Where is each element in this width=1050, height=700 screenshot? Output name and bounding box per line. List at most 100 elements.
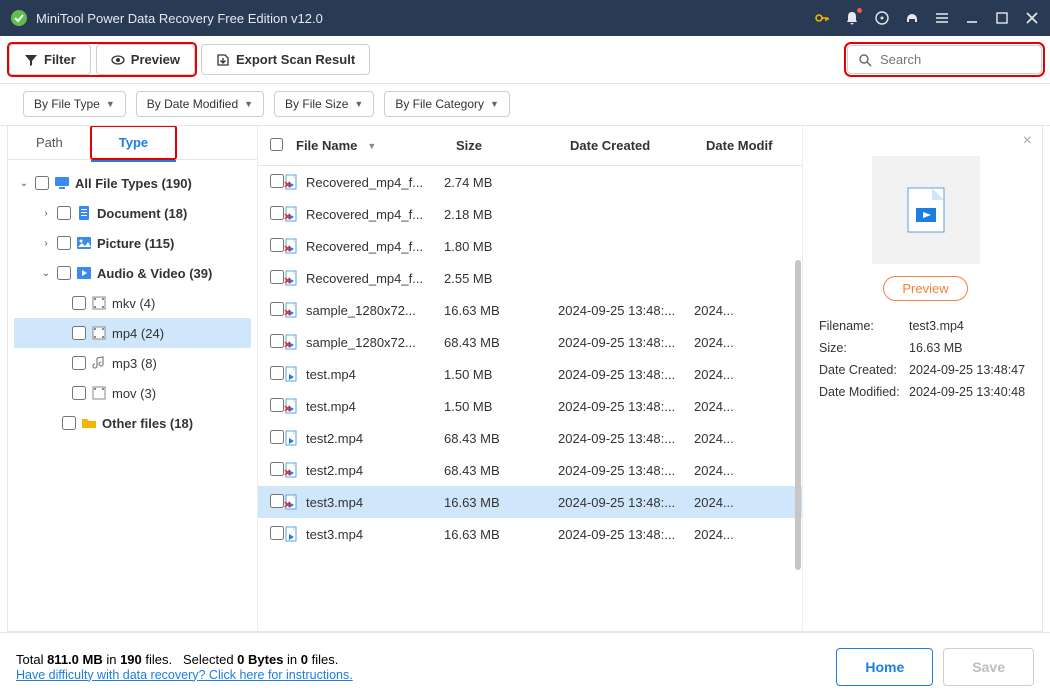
headset-icon[interactable]	[904, 10, 920, 26]
file-metadata: Filename:test3.mp4 Size:16.63 MB Date Cr…	[819, 319, 1032, 399]
row-checkbox[interactable]	[270, 430, 284, 444]
tree-label: Document (18)	[97, 206, 187, 221]
file-row[interactable]: test3.mp4 16.63 MB 2024-09-25 13:48:... …	[258, 518, 802, 550]
maximize-icon[interactable]	[994, 10, 1010, 26]
minimize-icon[interactable]	[964, 10, 980, 26]
tree-mov[interactable]: mov (3)	[14, 378, 251, 408]
col-size[interactable]: Size	[456, 138, 570, 153]
preview-button[interactable]: Preview	[96, 44, 195, 75]
filter-label: Filter	[44, 52, 76, 67]
file-row[interactable]: test.mp4 1.50 MB 2024-09-25 13:48:... 20…	[258, 358, 802, 390]
filter-icon	[24, 53, 38, 67]
eye-icon	[111, 53, 125, 67]
key-icon[interactable]	[814, 10, 830, 26]
expand-icon[interactable]: ›	[40, 208, 52, 219]
file-date: 2024-09-25 13:48:...	[558, 527, 694, 542]
tree-label: mov (3)	[112, 386, 156, 401]
tree-audio-video[interactable]: ⌄ Audio & Video (39)	[14, 258, 251, 288]
tab-path[interactable]: Path	[8, 126, 91, 159]
filter-button[interactable]: Filter	[9, 44, 91, 75]
row-checkbox[interactable]	[270, 494, 284, 508]
close-preview-icon[interactable]: ×	[1023, 132, 1032, 150]
tree-mkv[interactable]: mkv (4)	[14, 288, 251, 318]
tree-checkbox[interactable]	[57, 266, 71, 280]
file-row[interactable]: test2.mp4 68.43 MB 2024-09-25 13:48:... …	[258, 454, 802, 486]
row-checkbox[interactable]	[270, 174, 284, 188]
search-box[interactable]	[847, 45, 1042, 74]
row-checkbox[interactable]	[270, 526, 284, 540]
preview-thumbnail	[872, 156, 980, 264]
close-icon[interactable]	[1024, 10, 1040, 26]
collapse-icon[interactable]: ⌄	[18, 178, 30, 189]
file-date: 2024-09-25 13:48:...	[558, 303, 694, 318]
tree-label: Audio & Video (39)	[97, 266, 212, 281]
row-checkbox[interactable]	[270, 302, 284, 316]
save-button[interactable]: Save	[943, 648, 1034, 686]
file-row[interactable]: Recovered_mp4_f... 2.18 MB	[258, 198, 802, 230]
file-name: Recovered_mp4_f...	[306, 175, 423, 190]
tree-mp3[interactable]: mp3 (8)	[14, 348, 251, 378]
col-date-created[interactable]: Date Created	[570, 138, 706, 153]
file-row[interactable]: sample_1280x72... 68.43 MB 2024-09-25 13…	[258, 326, 802, 358]
file-row[interactable]: Recovered_mp4_f... 2.55 MB	[258, 262, 802, 294]
help-link[interactable]: Have difficulty with data recovery? Clic…	[16, 668, 353, 682]
scrollbar[interactable]	[795, 260, 801, 570]
file-size: 68.43 MB	[444, 335, 558, 350]
select-all-checkbox[interactable]	[270, 138, 283, 151]
file-row[interactable]: test.mp4 1.50 MB 2024-09-25 13:48:... 20…	[258, 390, 802, 422]
row-checkbox[interactable]	[270, 334, 284, 348]
file-date: 2024-09-25 13:48:...	[558, 495, 694, 510]
file-row[interactable]: test2.mp4 68.43 MB 2024-09-25 13:48:... …	[258, 422, 802, 454]
file-row[interactable]: Recovered_mp4_f... 1.80 MB	[258, 230, 802, 262]
tree-other[interactable]: Other files (18)	[14, 408, 251, 438]
preview-panel: × Preview Filename:test3.mp4 Size:16.63 …	[802, 126, 1042, 631]
filter-by-date[interactable]: By Date Modified▼	[136, 91, 264, 117]
chevron-down-icon: ▼	[106, 99, 115, 109]
tree-checkbox[interactable]	[72, 356, 86, 370]
filter-by-type[interactable]: By File Type▼	[23, 91, 126, 117]
film-icon	[91, 325, 107, 341]
bell-icon[interactable]	[844, 10, 860, 26]
expand-icon[interactable]: ›	[40, 238, 52, 249]
filter-by-category[interactable]: By File Category▼	[384, 91, 510, 117]
disc-icon[interactable]	[874, 10, 890, 26]
tree-checkbox[interactable]	[72, 386, 86, 400]
tree-checkbox[interactable]	[35, 176, 49, 190]
tree-all-types[interactable]: ⌄ All File Types (190)	[14, 168, 251, 198]
filter-by-size[interactable]: By File Size▼	[274, 91, 374, 117]
file-name: sample_1280x72...	[306, 303, 416, 318]
row-checkbox[interactable]	[270, 462, 284, 476]
tree-checkbox[interactable]	[62, 416, 76, 430]
app-logo-icon	[10, 9, 28, 27]
file-row[interactable]: test3.mp4 16.63 MB 2024-09-25 13:48:... …	[258, 486, 802, 518]
tree-picture[interactable]: › Picture (115)	[14, 228, 251, 258]
file-row[interactable]: sample_1280x72... 16.63 MB 2024-09-25 13…	[258, 294, 802, 326]
col-date-modified[interactable]: Date Modif	[706, 138, 786, 153]
col-file-name[interactable]: File Name▼	[296, 138, 456, 153]
file-row[interactable]: Recovered_mp4_f... 2.74 MB	[258, 166, 802, 198]
collapse-icon[interactable]: ⌄	[40, 268, 52, 279]
tab-type[interactable]: Type	[91, 126, 176, 162]
tree-label: Picture (115)	[97, 236, 174, 251]
row-checkbox[interactable]	[270, 366, 284, 380]
film-icon	[91, 385, 107, 401]
row-checkbox[interactable]	[270, 206, 284, 220]
export-button[interactable]: Export Scan Result	[201, 44, 370, 75]
tree-checkbox[interactable]	[72, 326, 86, 340]
home-button[interactable]: Home	[836, 648, 933, 686]
file-name: test2.mp4	[306, 463, 363, 478]
preview-file-button[interactable]: Preview	[883, 276, 967, 301]
row-checkbox[interactable]	[270, 238, 284, 252]
tree-checkbox[interactable]	[57, 236, 71, 250]
menu-icon[interactable]	[934, 10, 950, 26]
meta-key-modified: Date Modified:	[819, 385, 909, 399]
tree-checkbox[interactable]	[72, 296, 86, 310]
tree-document[interactable]: › Document (18)	[14, 198, 251, 228]
file-name: test.mp4	[306, 367, 356, 382]
tree-mp4[interactable]: mp4 (24)	[14, 318, 251, 348]
search-input[interactable]	[880, 52, 1031, 67]
highlight-filter-preview: Filter Preview	[8, 43, 196, 76]
row-checkbox[interactable]	[270, 398, 284, 412]
tree-checkbox[interactable]	[57, 206, 71, 220]
row-checkbox[interactable]	[270, 270, 284, 284]
